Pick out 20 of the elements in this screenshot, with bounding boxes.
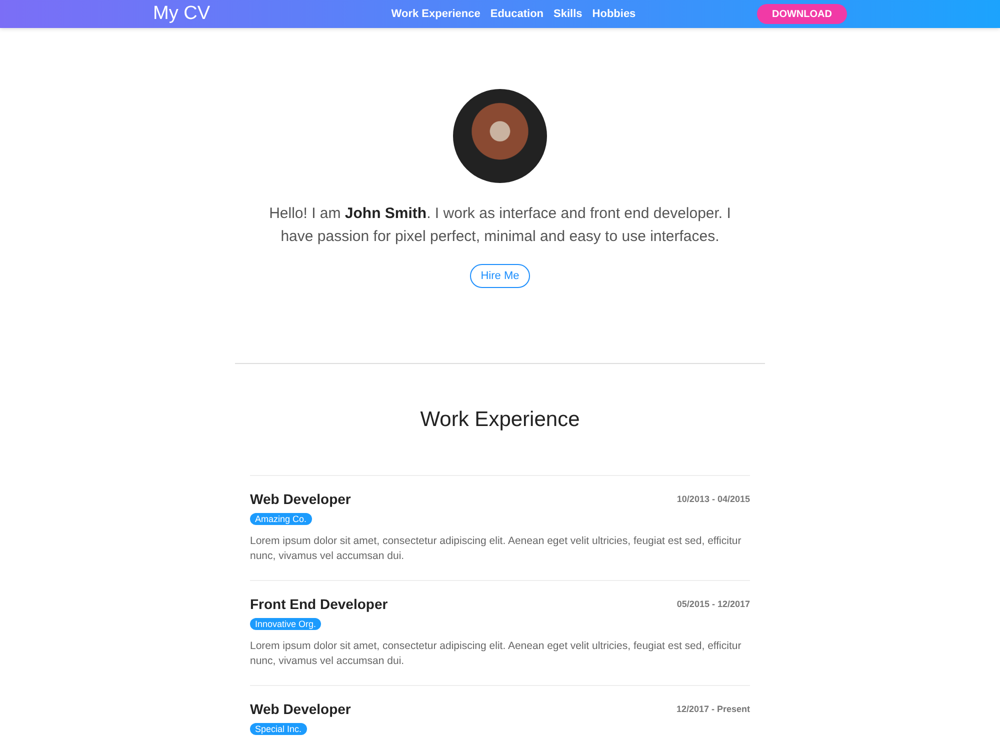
company-tag: Innovative Org.: [250, 618, 322, 630]
job-dates: 12/2017 - Present: [676, 704, 750, 714]
job-title: Web Developer: [250, 701, 351, 717]
job-dates: 10/2013 - 04/2015: [676, 494, 750, 504]
section-title: Work Experience: [419, 408, 581, 432]
hire-button[interactable]: Hire Me: [470, 264, 530, 288]
nav-link[interactable]: Education: [490, 5, 544, 23]
logo: My CV: [153, 3, 210, 25]
nav-link[interactable]: Hobbies: [592, 5, 636, 23]
job-description: Lorem ipsum dolor sit amet, consectetur adipiscing elit. Aenean eget velit ultricies, feugiat est sed, efficitur nunc, vivamus vel accumsan dui.: [250, 639, 742, 669]
company-tag: Amazing Co.: [250, 513, 312, 525]
company-tag: Special Inc.: [250, 723, 307, 735]
nav-link[interactable]: Work Experience: [391, 5, 480, 23]
job-title: Web Developer: [250, 491, 351, 507]
job-description: Lorem ipsum dolor sit amet, consectetur adipiscing elit. Aenean eget velit ultricies, feugiat est sed, efficitur nunc, vivamus vel accumsan dui.: [250, 534, 742, 564]
nav-link[interactable]: Skills: [554, 5, 582, 23]
job-title: Front End Developer: [250, 596, 388, 612]
download-button[interactable]: DOWNLOAD: [756, 4, 847, 24]
job-dates: 05/2015 - 12/2017: [676, 599, 750, 609]
intro-text: Hello! I am John Smith. I work as interface and front end developer. I have passion for pixel perfect, minimal and easy to use interfaces.: [268, 204, 732, 247]
